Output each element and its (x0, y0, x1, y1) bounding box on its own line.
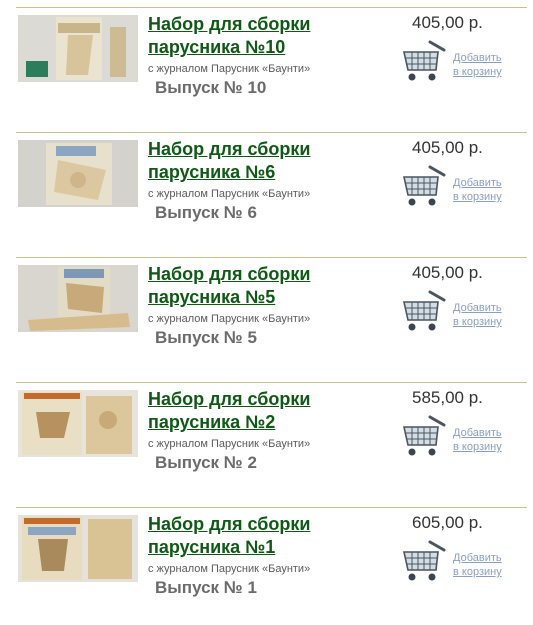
product-price: 605,00 р. (412, 513, 483, 532)
add-to-cart-link[interactable]: Добавить в корзину (453, 551, 502, 579)
product-item: Набор для сборки парусника №6 с журналом… (0, 125, 533, 250)
product-title-link[interactable]: Набор для сборки парусника №10 (148, 13, 388, 59)
add-to-cart-link[interactable]: Добавить в корзину (453, 301, 502, 329)
shopping-cart-icon[interactable] (400, 165, 446, 207)
product-subtitle: с журналом Парусник «Баунти» (148, 438, 311, 450)
product-photo[interactable] (18, 140, 138, 207)
product-subtitle: с журналом Парусник «Баунти» (148, 63, 311, 75)
product-subtitle: с журналом Парусник «Баунти» (148, 188, 311, 200)
product-photo[interactable] (18, 265, 138, 332)
product-title-link[interactable]: Набор для сборки парусника №2 (148, 388, 388, 434)
product-title-link[interactable]: Набор для сборки парусника №1 (148, 513, 388, 559)
shopping-cart-icon[interactable] (400, 40, 446, 82)
add-to-cart-link[interactable]: Добавить в корзину (453, 426, 502, 454)
product-list: Набор для сборки парусника №10 с журнало… (0, 0, 533, 625)
product-price: 405,00 р. (412, 13, 483, 32)
shopping-cart-icon[interactable] (400, 415, 446, 457)
product-item: Набор для сборки парусника №2 с журналом… (0, 375, 533, 500)
product-price: 405,00 р. (412, 263, 483, 282)
product-price: 585,00 р. (412, 388, 483, 407)
add-to-cart-link[interactable]: Добавить в корзину (453, 176, 502, 204)
divider (16, 507, 527, 508)
issue-number: Выпуск № 10 (155, 78, 267, 97)
product-price: 405,00 р. (412, 138, 483, 157)
divider (16, 7, 527, 8)
issue-number: Выпуск № 1 (155, 578, 257, 597)
add-to-cart-link[interactable]: Добавить в корзину (453, 51, 502, 79)
product-photo[interactable] (18, 15, 138, 82)
product-title-link[interactable]: Набор для сборки парусника №6 (148, 138, 388, 184)
issue-number: Выпуск № 5 (155, 328, 257, 347)
product-subtitle: с журналом Парусник «Баунти» (148, 313, 311, 325)
product-item: Набор для сборки парусника №10 с журнало… (0, 0, 533, 125)
product-photo[interactable] (18, 390, 138, 457)
product-item: Набор для сборки парусника №5 с журналом… (0, 250, 533, 375)
shopping-cart-icon[interactable] (400, 290, 446, 332)
product-title-link[interactable]: Набор для сборки парусника №5 (148, 263, 388, 309)
product-subtitle: с журналом Парусник «Баунти» (148, 563, 311, 575)
divider (16, 382, 527, 383)
product-photo[interactable] (18, 515, 138, 582)
product-item: Набор для сборки парусника №1 с журналом… (0, 500, 533, 625)
issue-number: Выпуск № 2 (155, 453, 257, 472)
divider (16, 257, 527, 258)
divider (16, 132, 527, 133)
issue-number: Выпуск № 6 (155, 203, 257, 222)
shopping-cart-icon[interactable] (400, 540, 446, 582)
